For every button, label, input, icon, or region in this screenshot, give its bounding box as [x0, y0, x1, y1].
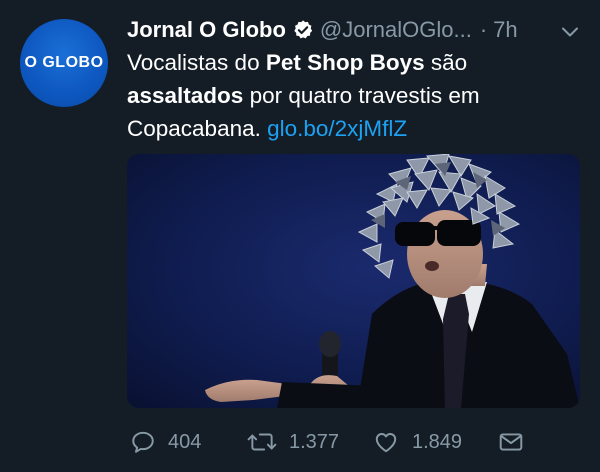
tweet-text-part: são: [424, 50, 468, 75]
tweet-media-image[interactable]: [127, 154, 580, 408]
retweet-count: 1.377: [289, 430, 340, 453]
tweet-timestamp[interactable]: 7h: [493, 17, 517, 43]
tweet-actions: 404 1.377 1.849: [127, 425, 580, 459]
tweet-text: Vocalistas do Pet Shop Boys são assaltad…: [127, 46, 567, 145]
retweet-button[interactable]: 1.377: [247, 425, 339, 459]
tweet-card[interactable]: O GLOBO Jornal O Globo @JornalOGlo... · …: [0, 0, 600, 472]
author-name[interactable]: Jornal O Globo: [127, 17, 286, 43]
heart-icon: [375, 433, 397, 453]
like-button[interactable]: 1.849: [372, 425, 462, 459]
reply-count: 404: [168, 430, 202, 453]
envelope-icon: [499, 433, 523, 451]
performer-photo: [127, 154, 580, 408]
reply-button[interactable]: 404: [130, 425, 201, 459]
avatar-logo-text: O GLOBO: [24, 54, 104, 71]
retweet-icon: [247, 433, 277, 451]
tweet-text-part: Vocalistas do: [127, 50, 266, 75]
like-count: 1.849: [412, 430, 463, 453]
direct-message-button[interactable]: [497, 425, 537, 459]
separator-dot: ·: [479, 17, 488, 42]
tweet-text-bold: assaltados: [127, 83, 244, 108]
avatar[interactable]: O GLOBO: [20, 19, 108, 107]
verified-badge-icon: [294, 20, 313, 39]
tweet-header: Jornal O Globo @JornalOGlo... · 7h: [127, 14, 518, 46]
tweet-link[interactable]: glo.bo/2xjMflZ: [267, 116, 407, 141]
tweet-text-bold: Pet Shop Boys: [265, 50, 425, 75]
reply-icon: [132, 431, 154, 453]
author-handle[interactable]: @JornalOGlo...: [320, 17, 472, 43]
chevron-down-icon[interactable]: [560, 22, 580, 42]
